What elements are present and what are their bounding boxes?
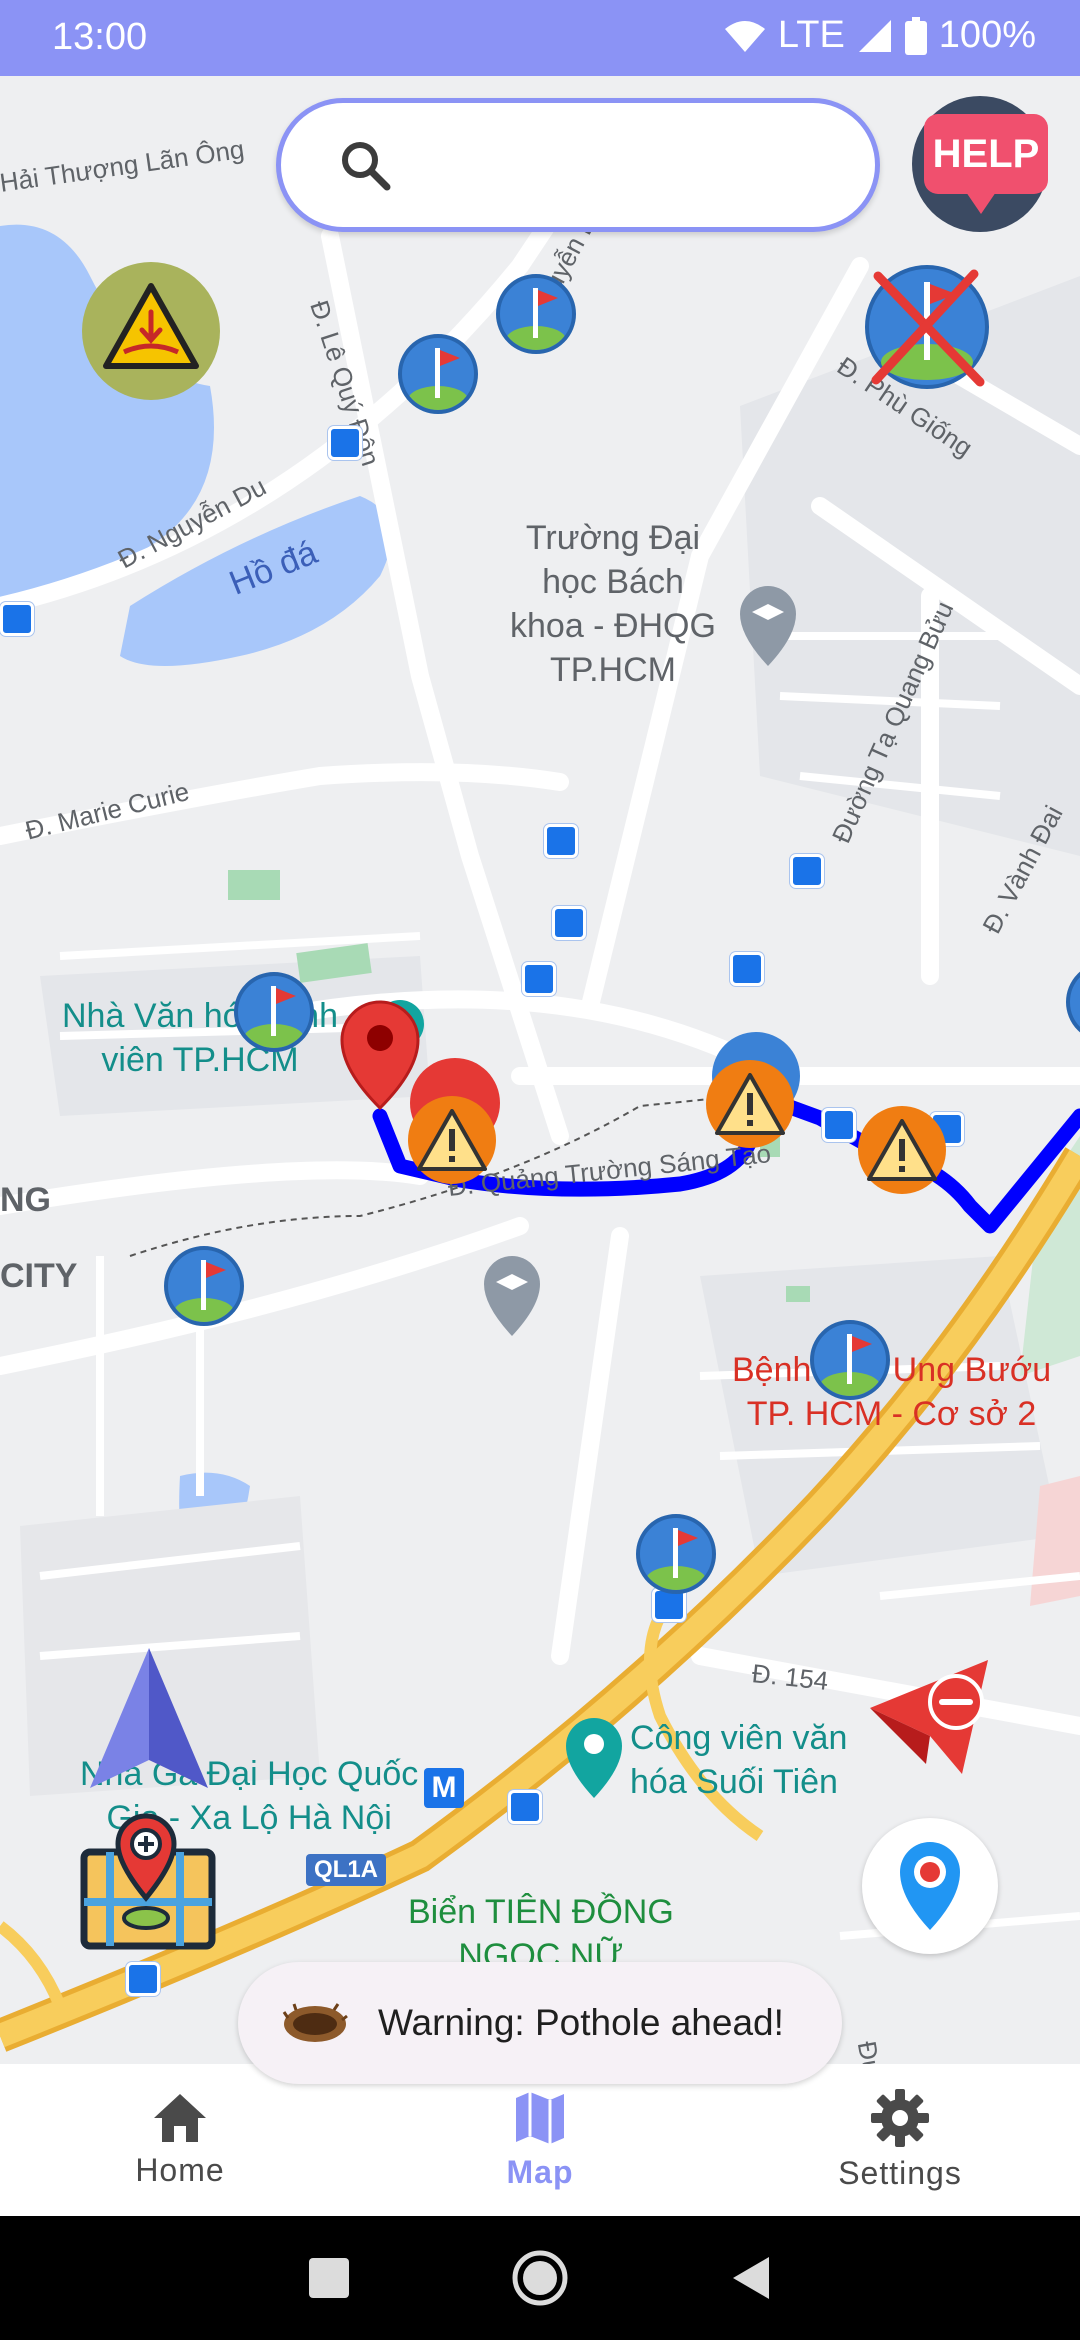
help-button[interactable]: HELP — [912, 96, 1048, 232]
battery-level: 100% — [938, 14, 1036, 56]
gear-icon — [871, 2088, 929, 2147]
nav-item-settings[interactable]: Settings — [720, 2064, 1080, 2216]
help-label: HELP — [924, 114, 1048, 194]
add-location-map-button[interactable] — [80, 1812, 220, 1952]
flag-marker-icon[interactable] — [398, 334, 478, 414]
destination-pin-icon[interactable] — [340, 1000, 420, 1110]
flag-disabled-icon — [865, 265, 989, 389]
warning-marker-icon[interactable] — [408, 1096, 496, 1184]
bus-stop-icon — [730, 952, 764, 986]
help-bubble-tail-icon — [966, 192, 996, 214]
bottom-navigation: Home Map Settings — [0, 2064, 1080, 2216]
toggle-flags-button[interactable] — [862, 262, 992, 392]
nav-label-home: Home — [135, 2151, 225, 2188]
bus-stop-icon — [790, 854, 824, 888]
metro-station-icon: M — [424, 1768, 464, 1808]
status-bar: 13:00 LTE 100% — [0, 0, 1080, 76]
battery-icon — [904, 16, 927, 55]
location-pin-icon — [900, 1842, 960, 1930]
bus-stop-icon — [0, 602, 34, 636]
flag-marker-icon[interactable] — [234, 972, 314, 1052]
network-type: LTE — [777, 14, 845, 56]
bus-stop-icon — [328, 426, 362, 460]
search-input[interactable] — [401, 133, 841, 197]
navigation-arrow-icon[interactable] — [88, 1646, 210, 1790]
poi-label-cong-vien: Công viên văn hóa Suối Tiên — [630, 1719, 848, 1801]
bus-stop-icon — [544, 824, 578, 858]
map-icon — [516, 2091, 564, 2144]
bus-stop-icon — [822, 1108, 856, 1142]
signal-icon — [858, 19, 891, 52]
nav-item-map[interactable]: Map — [360, 2064, 720, 2216]
flag-marker-icon[interactable] — [496, 274, 576, 354]
search-icon — [342, 142, 391, 191]
search-bar[interactable] — [276, 98, 880, 232]
highway-shield-ql1a: QL1A — [306, 1854, 387, 1886]
flag-marker-icon[interactable] — [164, 1246, 244, 1326]
back-icon[interactable] — [729, 2255, 773, 2301]
warning-marker-icon[interactable] — [858, 1106, 946, 1194]
system-navigation-bar — [0, 2216, 1080, 2340]
flag-marker-icon[interactable] — [810, 1320, 890, 1400]
remove-route-button[interactable] — [866, 1652, 990, 1776]
nav-label-map: Map — [506, 2153, 574, 2190]
warning-marker-icon[interactable] — [706, 1060, 794, 1148]
road-hazard-icon — [103, 283, 199, 369]
nav-label-settings: Settings — [838, 2154, 962, 2191]
area-label-ng: NG — [0, 1181, 51, 1219]
bus-stop-icon — [508, 1790, 542, 1824]
my-location-button[interactable] — [862, 1818, 998, 1954]
toast-message: Warning: Pothole ahead! — [378, 2002, 784, 2043]
hazard-report-button[interactable] — [82, 262, 220, 400]
wifi-icon — [724, 20, 765, 52]
area-label-city: CITY — [0, 1257, 78, 1295]
poi-label-university: Trường Đại học Bách khoa - ĐHQG TP.HCM — [510, 519, 716, 689]
recents-icon[interactable] — [307, 2256, 351, 2300]
status-time: 13:00 — [52, 16, 148, 58]
poi-label-benh-vien: Bệnh viện Ung Bướu TP. HCM - Cơ sở 2 — [732, 1351, 1052, 1433]
home-circle-icon[interactable] — [511, 2249, 569, 2307]
bus-stop-icon — [126, 1962, 160, 1996]
nav-item-home[interactable]: Home — [0, 2064, 360, 2216]
bus-stop-icon — [522, 962, 556, 996]
home-icon — [154, 2093, 206, 2142]
bus-stop-icon — [552, 906, 586, 940]
status-indicators: LTE 100% — [724, 14, 1036, 57]
flag-marker-icon[interactable] — [636, 1514, 716, 1594]
pothole-icon — [282, 2003, 348, 2042]
pothole-warning-toast: Warning: Pothole ahead! — [238, 1962, 842, 2084]
